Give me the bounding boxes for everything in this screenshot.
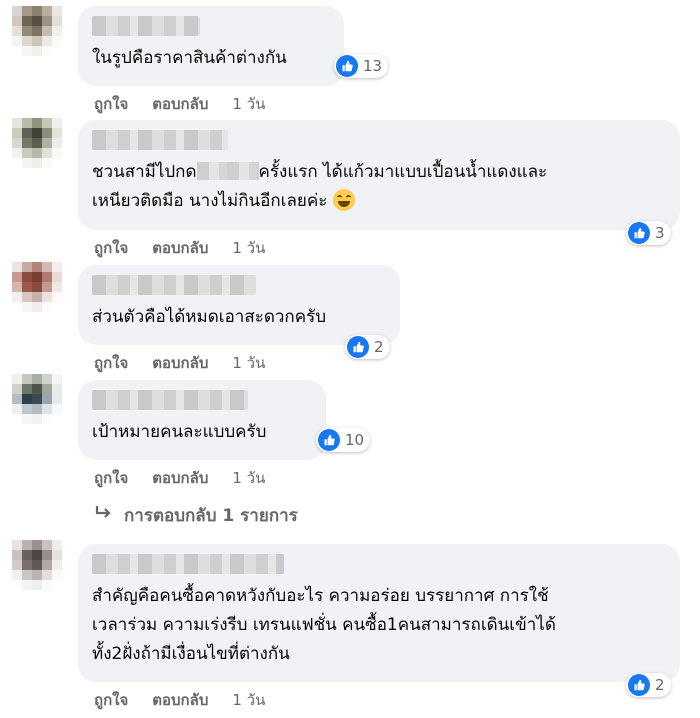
author-name-redacted[interactable] [92, 390, 248, 410]
thumbs-up-icon [347, 336, 369, 358]
reaction-badge[interactable]: 3 [626, 221, 671, 245]
like-button[interactable]: ถูกใจ [94, 236, 128, 260]
comment-bubble: เป้าหมายคนละแบบครับ [78, 380, 326, 460]
reaction-count: 3 [655, 224, 665, 242]
reply-button[interactable]: ตอบกลับ [152, 92, 208, 116]
timestamp[interactable]: 1 วัน [232, 236, 265, 260]
avatar[interactable] [12, 6, 62, 66]
avatar[interactable] [12, 262, 62, 322]
like-button[interactable]: ถูกใจ [94, 351, 128, 375]
comment-actions: ถูกใจ ตอบกลับ 1 วัน [94, 236, 265, 260]
thumbs-up-icon [318, 429, 340, 451]
reply-button[interactable]: ตอบกลับ [152, 236, 208, 260]
author-name-redacted[interactable] [92, 275, 256, 295]
author-name-redacted[interactable] [92, 16, 200, 36]
timestamp[interactable]: 1 วัน [232, 92, 265, 116]
reaction-badge[interactable]: 10 [316, 428, 371, 452]
comment-text: สำคัญคือคนซื้อคาดหวังกับอะไร ความอร่อย บ… [92, 586, 556, 664]
timestamp[interactable]: 1 วัน [232, 351, 265, 375]
comment-bubble: ในรูปคือราคาสินค้าต่างกัน [78, 6, 344, 86]
thumbs-up-icon [336, 55, 358, 77]
comment-actions: ถูกใจ ตอบกลับ 1 วัน [94, 466, 265, 490]
reply-button[interactable]: ตอบกลับ [152, 351, 208, 375]
reaction-badge[interactable]: 13 [334, 54, 389, 78]
comment-text: ชวนสามีไปกด ครั้งแรก ได้แก้วมาแบบเปื้อนน้… [92, 162, 548, 211]
reaction-count: 10 [345, 431, 365, 449]
thumbs-up-icon [628, 674, 650, 696]
like-button[interactable]: ถูกใจ [94, 688, 128, 712]
avatar[interactable] [12, 118, 62, 178]
author-name-redacted[interactable] [92, 554, 284, 574]
reply-button[interactable]: ตอบกลับ [152, 466, 208, 490]
reaction-badge[interactable]: 2 [626, 673, 671, 697]
reaction-badge[interactable]: 2 [345, 335, 390, 359]
timestamp[interactable]: 1 วัน [232, 688, 265, 712]
reply-button[interactable]: ตอบกลับ [152, 688, 208, 712]
timestamp[interactable]: 1 วัน [232, 466, 265, 490]
redacted-word [196, 162, 259, 180]
reply-arrow-icon [94, 505, 114, 526]
view-replies-link[interactable]: การตอบกลับ 1 รายการ [94, 502, 298, 529]
avatar[interactable] [12, 374, 62, 434]
like-button[interactable]: ถูกใจ [94, 466, 128, 490]
comment-bubble: ชวนสามีไปกด ครั้งแรก ได้แก้วมาแบบเปื้อนน้… [78, 120, 680, 230]
comment-actions: ถูกใจ ตอบกลับ 1 วัน [94, 351, 265, 375]
comment-actions: ถูกใจ ตอบกลับ 1 วัน [94, 688, 265, 712]
thumbs-up-icon [628, 222, 650, 244]
comment-actions: ถูกใจ ตอบกลับ 1 วัน [94, 92, 265, 116]
grinning-emoji-icon [332, 189, 355, 211]
author-name-redacted[interactable] [92, 130, 228, 150]
comment-text: ในรูปคือราคาสินค้าต่างกัน [92, 48, 287, 68]
comment-text: ส่วนตัวคือได้หมดเอาสะดวกครับ [92, 307, 326, 327]
comment-bubble: สำคัญคือคนซื้อคาดหวังกับอะไร ความอร่อย บ… [78, 544, 680, 682]
reaction-count: 2 [374, 338, 384, 356]
comment-bubble: ส่วนตัวคือได้หมดเอาสะดวกครับ [78, 265, 400, 345]
comment-text: เป้าหมายคนละแบบครับ [92, 422, 267, 442]
view-replies-label: การตอบกลับ 1 รายการ [124, 506, 298, 526]
reaction-count: 2 [655, 676, 665, 694]
reaction-count: 13 [363, 57, 383, 75]
avatar[interactable] [12, 540, 62, 600]
like-button[interactable]: ถูกใจ [94, 92, 128, 116]
